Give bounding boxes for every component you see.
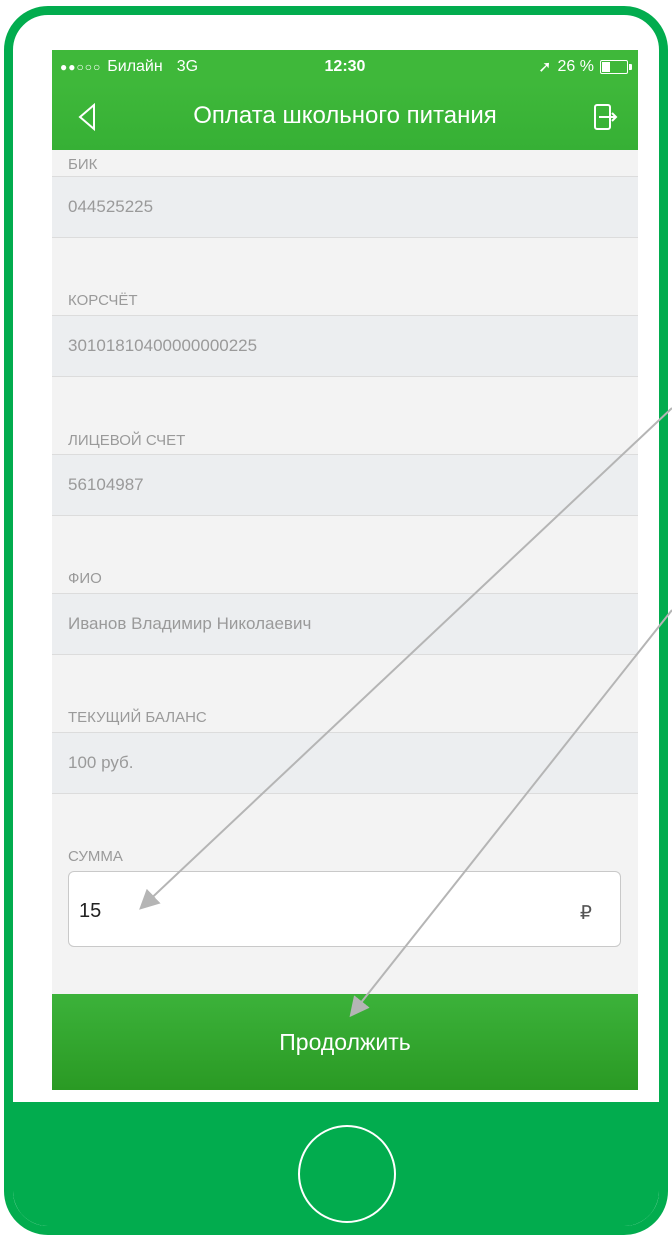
home-button[interactable] <box>298 1125 396 1223</box>
page-title: Оплата школьного питания <box>193 102 497 129</box>
payment-form: БИК 044525225 КОРСЧЁТ 301018104000000002… <box>52 150 638 990</box>
bik-value: 044525225 <box>68 197 154 216</box>
fio-value: Иванов Владимир Николаевич <box>68 614 312 633</box>
fio-field: Иванов Владимир Николаевич <box>52 593 638 655</box>
account-value: 56104987 <box>68 475 144 494</box>
logout-icon[interactable] <box>590 102 620 132</box>
nav-bar: Оплата школьного питания <box>52 84 638 150</box>
location-arrow-icon: ➚ <box>538 59 552 76</box>
battery-icon <box>600 60 632 74</box>
ruble-icon: ₽ <box>579 903 592 924</box>
account-label: ЛИЦЕВОЙ СЧЕТ <box>68 432 186 449</box>
amount-input[interactable]: 15 ₽ <box>68 871 621 947</box>
app-screen: ●●○○○ Билайн 3G 12:30 ➚ 26 % Оплата школ… <box>52 50 638 1090</box>
account-field: 56104987 <box>52 454 638 516</box>
amount-label: СУММА <box>68 848 123 865</box>
continue-button[interactable]: Продолжить <box>52 994 638 1090</box>
battery-percent: 26 % <box>557 58 594 75</box>
korschet-value: 30101810400000000225 <box>68 336 258 355</box>
bik-field: 044525225 <box>52 176 638 238</box>
korschet-field: 30101810400000000225 <box>52 315 638 377</box>
status-bar: ●●○○○ Билайн 3G 12:30 ➚ 26 % <box>52 50 638 84</box>
korschet-label: КОРСЧЁТ <box>68 292 138 309</box>
balance-field: 100 руб. <box>52 732 638 794</box>
bik-label: БИК <box>68 156 98 173</box>
fio-label: ФИО <box>68 570 102 587</box>
amount-value: 15 <box>79 900 102 922</box>
balance-value: 100 руб. <box>68 753 134 772</box>
balance-label: ТЕКУЩИЙ БАЛАНС <box>68 709 207 726</box>
